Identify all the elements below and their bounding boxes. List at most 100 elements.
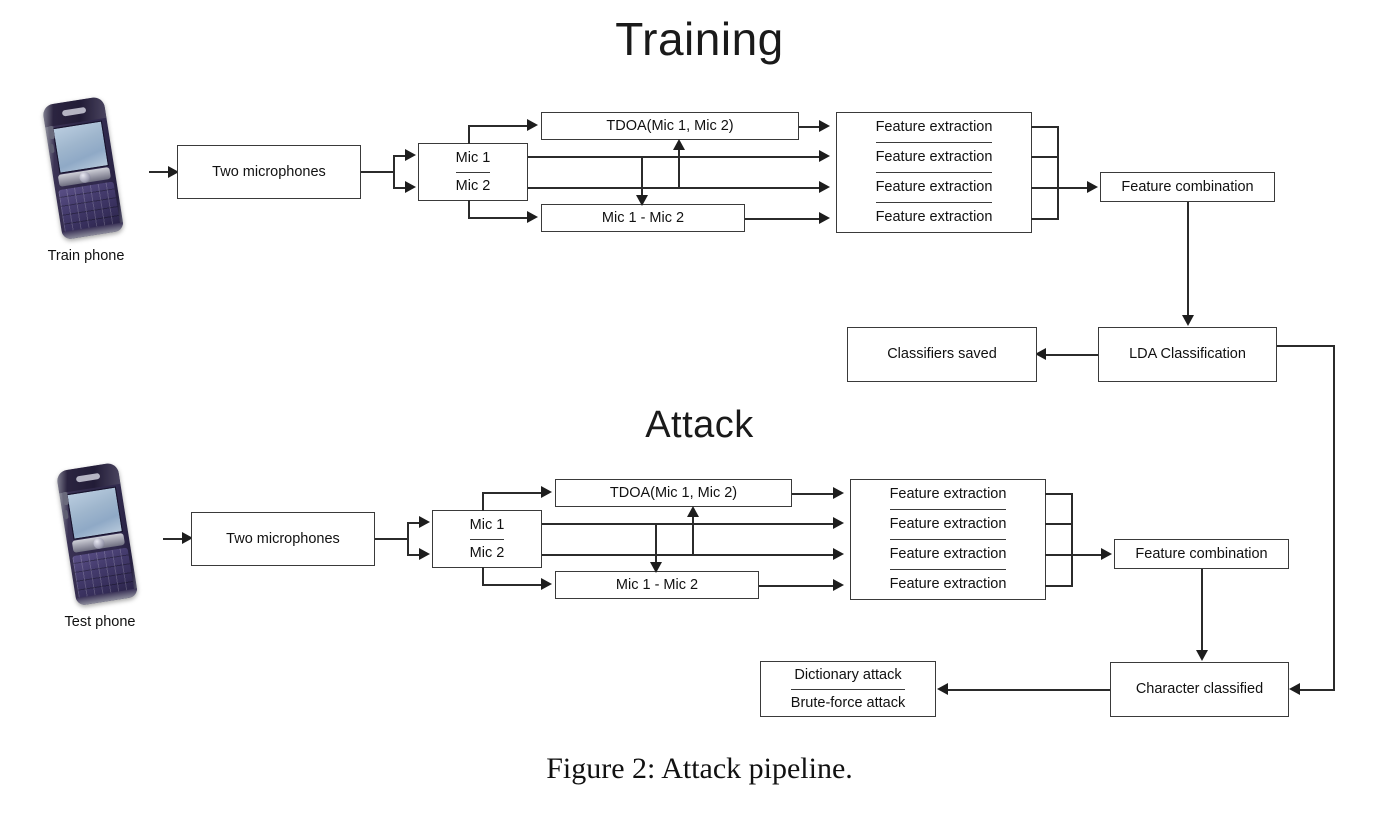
connector-train-mic1-to-fe2 — [528, 156, 823, 158]
connector-attack-mic2-down — [482, 567, 484, 585]
connector-train-tap-up-to-tdoa — [678, 146, 680, 188]
phone-body — [55, 461, 139, 607]
connector-attack-tap-up-to-tdoa — [692, 513, 694, 555]
arrowhead-attack-mic2-to-diff — [541, 578, 552, 590]
connector-train-mic1-to-tdoa — [468, 125, 529, 127]
arrowhead-attack-splitter-mic2 — [419, 548, 430, 560]
arrowhead-attack-tap-down-to-diff — [650, 562, 662, 573]
attack-feature-extraction-3[interactable]: Feature extraction — [889, 539, 1007, 569]
train-phone-illustration: Train phone — [30, 95, 140, 264]
connector-train-tap-down-to-diff — [641, 156, 643, 198]
arrowhead-attack-mic1-to-tdoa — [541, 486, 552, 498]
figure-attack-pipeline: Training Attack Train phone Two micropho… — [0, 0, 1399, 825]
test-phone-illustration: Test phone — [44, 461, 154, 630]
arrowhead-train-mic1-to-fe2 — [819, 150, 830, 162]
connector-character-to-attacks — [946, 689, 1110, 691]
test-phone-label: Test phone — [64, 614, 136, 630]
connector-train-fe1-out — [1031, 126, 1059, 128]
train-phone-label: Train phone — [47, 248, 125, 264]
connector-attack-fe4-out — [1045, 585, 1073, 587]
connector-attack-mics-splitter-bar — [407, 522, 409, 555]
training-section-title: Training — [615, 13, 784, 65]
connector-train-lda-to-attack-vertical — [1333, 345, 1335, 690]
connector-train-mics-splitter-bar — [393, 155, 395, 188]
connector-train-fe2-out — [1031, 156, 1059, 158]
connector-attack-mic2-to-diff — [482, 584, 543, 586]
attack-outputs-box[interactable]: Dictionary attack Brute-force attack — [760, 661, 936, 717]
arrowhead-attack-tap-up-to-tdoa — [687, 506, 699, 517]
arrowhead-attack-collector-to-combination — [1101, 548, 1112, 560]
connector-train-lda-to-classifiers — [1044, 354, 1098, 356]
connector-attack-tdoa-to-fe1 — [792, 493, 837, 495]
attack-mic2-cell[interactable]: Mic 2 — [469, 538, 505, 568]
attack-section-title: Attack — [645, 404, 754, 446]
train-mic1-cell[interactable]: Mic 1 — [456, 144, 491, 172]
connector-attack-diff-to-fe4 — [759, 585, 837, 587]
arrowhead-attack-mic1-to-fe2 — [833, 517, 844, 529]
attack-mic1-cell[interactable]: Mic 1 — [470, 511, 505, 539]
phone-speaker-icon — [75, 472, 101, 483]
train-mic-channels-box[interactable]: Mic 1 Mic 2 — [418, 143, 528, 201]
arrowhead-attack-diff-to-fe4 — [833, 579, 844, 591]
arrowhead-train-splitter-mic2 — [405, 181, 416, 193]
arrowhead-train-tap-down-to-diff — [636, 195, 648, 206]
train-feature-extraction-4[interactable]: Feature extraction — [875, 202, 993, 232]
arrowhead-train-tap-up-to-tdoa — [673, 139, 685, 150]
train-two-microphones-box[interactable]: Two microphones — [177, 145, 361, 199]
brute-force-attack-cell[interactable]: Brute-force attack — [790, 688, 906, 717]
connector-attack-fe2-out — [1045, 523, 1073, 525]
train-feature-extraction-1[interactable]: Feature extraction — [876, 113, 993, 142]
arrowhead-train-tdoa-to-fe1 — [819, 120, 830, 132]
attack-mic-difference-box[interactable]: Mic 1 - Mic 2 — [555, 571, 759, 599]
train-mic2-cell[interactable]: Mic 2 — [455, 171, 491, 201]
attack-feature-extraction-1[interactable]: Feature extraction — [890, 480, 1007, 509]
connector-attack-fe-collector-bar — [1071, 493, 1073, 586]
connector-train-fe3-out — [1031, 187, 1059, 189]
dictionary-attack-cell[interactable]: Dictionary attack — [794, 662, 901, 689]
train-mic-difference-box[interactable]: Mic 1 - Mic 2 — [541, 204, 745, 232]
arrowhead-character-to-attacks — [937, 683, 948, 695]
arrowhead-train-collector-to-combination — [1087, 181, 1098, 193]
connector-train-combination-to-lda — [1187, 202, 1189, 321]
connector-train-mic1-up — [468, 125, 470, 144]
attack-feature-extraction-2[interactable]: Feature extraction — [889, 509, 1007, 539]
phone-speaker-icon — [61, 106, 87, 117]
connector-attack-fe1-out — [1045, 493, 1073, 495]
arrowhead-train-splitter-mic1 — [405, 149, 416, 161]
arrowhead-lda-to-character-classified — [1289, 683, 1300, 695]
train-lda-classification-box[interactable]: LDA Classification — [1098, 327, 1277, 382]
figure-caption: Figure 2: Attack pipeline. — [546, 752, 853, 785]
train-feature-extraction-3[interactable]: Feature extraction — [875, 172, 993, 202]
connector-attack-mic1-to-fe2 — [542, 523, 837, 525]
train-classifiers-saved-box[interactable]: Classifiers saved — [847, 327, 1037, 382]
attack-feature-combination-box[interactable]: Feature combination — [1114, 539, 1289, 569]
arrowhead-attack-combination-to-character — [1196, 650, 1208, 661]
connector-attack-combination-to-character — [1201, 569, 1203, 656]
connector-attack-fe3-out — [1045, 554, 1073, 556]
connector-train-lda-out-right — [1277, 345, 1335, 347]
attack-character-classified-box[interactable]: Character classified — [1110, 662, 1289, 717]
arrowhead-attack-mic2-to-fe3 — [833, 548, 844, 560]
arrowhead-train-mic2-to-diff — [527, 211, 538, 223]
phone-screen — [52, 120, 109, 174]
train-feature-combination-box[interactable]: Feature combination — [1100, 172, 1275, 202]
connector-train-mic2-to-fe3 — [528, 187, 823, 189]
train-tdoa-box[interactable]: TDOA(Mic 1, Mic 2) — [541, 112, 799, 140]
attack-two-microphones-box[interactable]: Two microphones — [191, 512, 375, 566]
connector-train-fe4-out — [1031, 218, 1059, 220]
attack-tdoa-box[interactable]: TDOA(Mic 1, Mic 2) — [555, 479, 792, 507]
connector-train-fe-collector-bar — [1057, 126, 1059, 219]
connector-attack-collector-to-combination — [1071, 554, 1105, 556]
train-feature-extraction-2[interactable]: Feature extraction — [875, 142, 993, 172]
connector-train-lda-to-character-classified — [1298, 689, 1335, 691]
connector-train-collector-to-combination — [1057, 187, 1091, 189]
arrowhead-train-combination-to-lda — [1182, 315, 1194, 326]
connector-train-mics-splitter-stem — [361, 171, 394, 173]
arrowhead-attack-splitter-mic1 — [419, 516, 430, 528]
connector-train-diff-to-fe4 — [745, 218, 823, 220]
connector-attack-mic1-up — [482, 492, 484, 511]
attack-feature-extraction-4[interactable]: Feature extraction — [889, 569, 1007, 599]
train-feature-extraction-stack[interactable]: Feature extraction Feature extraction Fe… — [836, 112, 1032, 233]
attack-mic-channels-box[interactable]: Mic 1 Mic 2 — [432, 510, 542, 568]
attack-feature-extraction-stack[interactable]: Feature extraction Feature extraction Fe… — [850, 479, 1046, 600]
